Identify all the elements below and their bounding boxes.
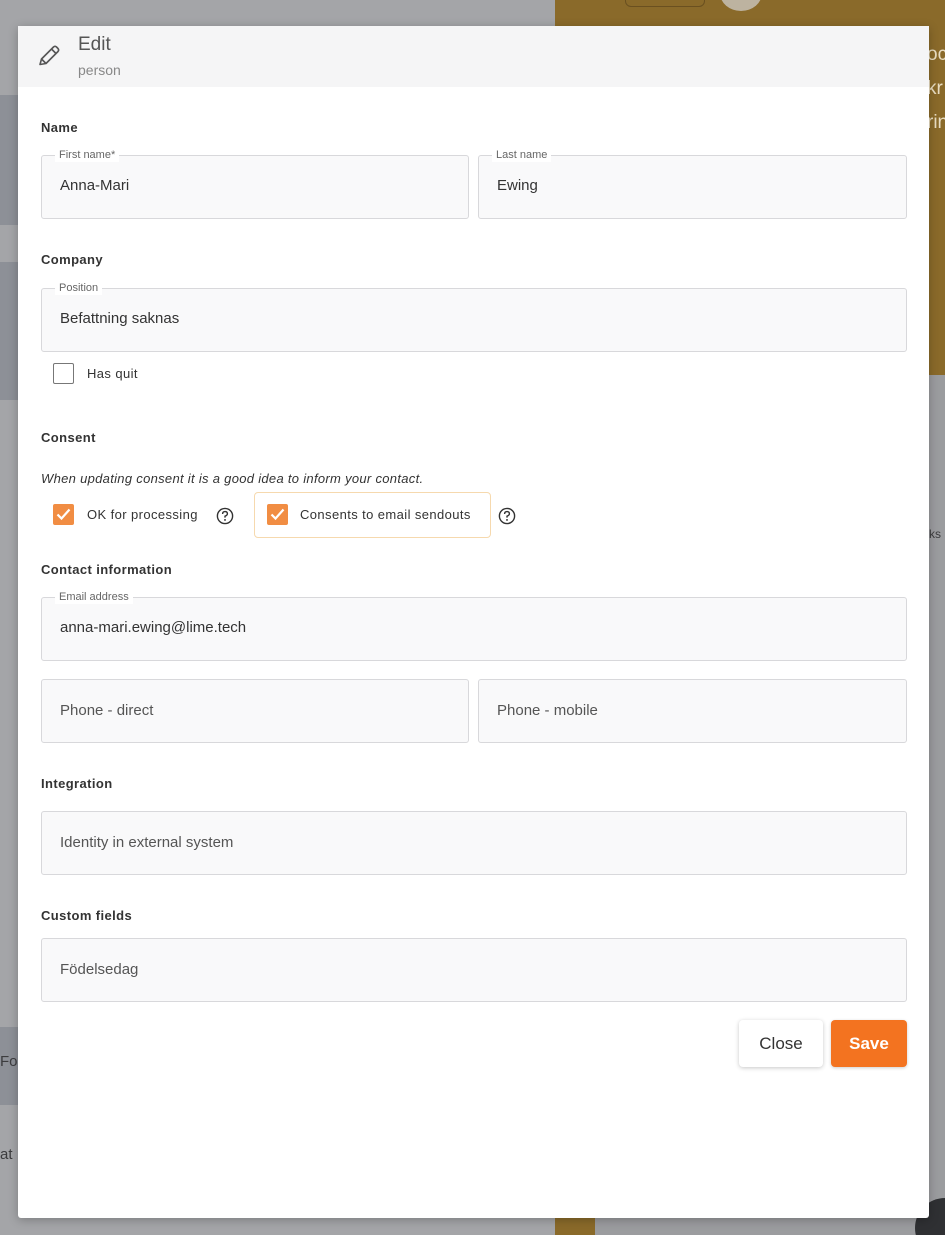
checkmark-icon bbox=[56, 508, 71, 521]
background-text: kr bbox=[927, 78, 943, 99]
background-text: oc bbox=[927, 44, 945, 65]
has-quit-checkbox[interactable] bbox=[53, 363, 74, 384]
first-name-label: First name* bbox=[55, 148, 120, 162]
ok-processing-checkbox[interactable] bbox=[53, 504, 74, 525]
help-icon[interactable] bbox=[498, 507, 516, 525]
background-band bbox=[0, 262, 20, 400]
background-text: rin bbox=[927, 112, 945, 133]
background-text: at bbox=[0, 1146, 13, 1163]
phone-direct-placeholder: Phone - direct bbox=[60, 702, 154, 719]
background-pill bbox=[625, 0, 705, 7]
dialog-header: Edit person bbox=[18, 26, 929, 87]
background-avatar bbox=[720, 0, 762, 11]
ok-processing-label: OK for processing bbox=[87, 507, 198, 522]
dialog-subtitle: person bbox=[78, 62, 121, 78]
last-name-value: Ewing bbox=[497, 177, 538, 194]
last-name-label: Last name bbox=[492, 148, 552, 162]
email-field[interactable]: Email address anna-mari.ewing@lime.tech bbox=[41, 590, 907, 661]
email-value: anna-mari.ewing@lime.tech bbox=[60, 619, 247, 636]
consent-note: When updating consent it is a good idea … bbox=[41, 471, 424, 486]
external-identity-field[interactable]: Identity in external system bbox=[41, 811, 907, 875]
phone-mobile-field[interactable]: Phone - mobile bbox=[478, 679, 907, 743]
birthday-placeholder: Födelsedag bbox=[60, 961, 139, 978]
phone-mobile-placeholder: Phone - mobile bbox=[497, 702, 598, 719]
first-name-field[interactable]: First name* Anna-Mari bbox=[41, 148, 469, 219]
phone-direct-field[interactable]: Phone - direct bbox=[41, 679, 469, 743]
section-title-contact: Contact information bbox=[41, 562, 173, 577]
last-name-field[interactable]: Last name Ewing bbox=[478, 148, 907, 219]
section-title-custom: Custom fields bbox=[41, 908, 133, 923]
email-sendouts-checkbox[interactable] bbox=[267, 504, 288, 525]
close-button[interactable]: Close bbox=[739, 1020, 823, 1067]
section-title-company: Company bbox=[41, 252, 104, 267]
email-label: Email address bbox=[55, 590, 133, 604]
birthday-field[interactable]: Födelsedag bbox=[41, 938, 907, 1002]
checkmark-icon bbox=[270, 508, 285, 521]
help-icon[interactable] bbox=[216, 507, 234, 525]
email-sendouts-label: Consents to email sendouts bbox=[300, 507, 471, 522]
external-identity-placeholder: Identity in external system bbox=[60, 834, 234, 851]
section-title-consent: Consent bbox=[41, 430, 96, 445]
has-quit-label: Has quit bbox=[87, 366, 138, 381]
first-name-value: Anna-Mari bbox=[60, 177, 130, 194]
section-title-name: Name bbox=[41, 120, 79, 135]
section-title-integration: Integration bbox=[41, 776, 113, 791]
position-label: Position bbox=[55, 281, 103, 295]
background-text: ks bbox=[929, 527, 941, 541]
pencil-icon bbox=[39, 45, 60, 66]
save-button[interactable]: Save bbox=[831, 1020, 907, 1067]
background-band bbox=[0, 95, 20, 225]
position-value: Befattning saknas bbox=[60, 310, 180, 327]
edit-person-dialog: Edit person Name First name* Anna-Mari L… bbox=[18, 26, 929, 1218]
dialog-title: Edit bbox=[78, 34, 111, 55]
position-field[interactable]: Position Befattning saknas bbox=[41, 281, 907, 352]
